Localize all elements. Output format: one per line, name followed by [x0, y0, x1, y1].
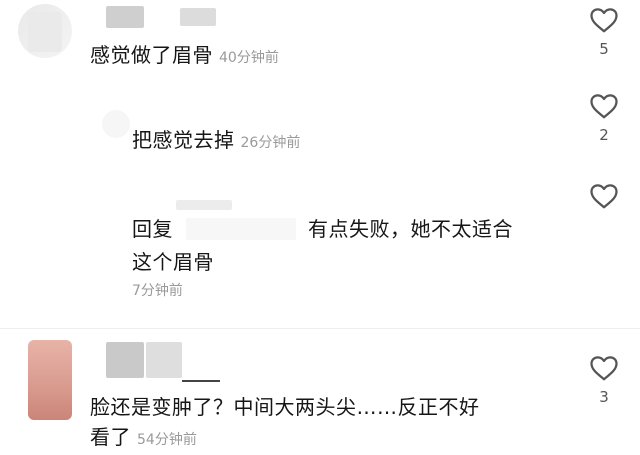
username-underline [182, 380, 220, 382]
comment-time: 26分钟前 [240, 135, 301, 151]
avatar[interactable] [102, 110, 130, 138]
like-button[interactable] [584, 182, 624, 210]
username-blurred[interactable] [186, 218, 296, 240]
comment-text: 有点失败，她不太适合 [308, 217, 513, 241]
like-button[interactable]: 2 [584, 92, 624, 144]
comment-text: 看了 54分钟前 [90, 425, 197, 449]
username-blurred[interactable] [180, 8, 216, 26]
comment-time: 40分钟前 [219, 50, 279, 66]
heart-outline-icon [590, 356, 618, 381]
like-button[interactable]: 3 [584, 354, 624, 406]
heart-outline-icon [590, 8, 618, 33]
like-count: 2 [599, 126, 609, 144]
reply-prefix: 回复 [132, 217, 173, 241]
like-button[interactable]: 5 [584, 6, 624, 58]
comment-text: 脸还是变肿了？中间大两头尖……反正不好 [90, 395, 480, 419]
heart-outline-icon [590, 94, 618, 119]
avatar[interactable] [18, 4, 72, 58]
comment-text: 这个眉骨 [132, 250, 214, 274]
username-blurred[interactable] [106, 342, 144, 378]
divider [0, 328, 640, 329]
like-count: 3 [599, 388, 609, 406]
username-blurred[interactable] [176, 200, 232, 210]
username-blurred[interactable] [146, 342, 182, 378]
comment-text: 感觉做了眉骨 40分钟前 [90, 43, 279, 67]
like-count: 5 [599, 40, 609, 58]
avatar[interactable] [28, 340, 72, 420]
heart-outline-icon [590, 184, 618, 209]
comment-text: 把感觉去掉 26分钟前 [132, 128, 301, 152]
comment-time: 54分钟前 [137, 432, 197, 448]
username-blurred[interactable] [106, 6, 144, 28]
comment-time: 7分钟前 [132, 283, 183, 299]
